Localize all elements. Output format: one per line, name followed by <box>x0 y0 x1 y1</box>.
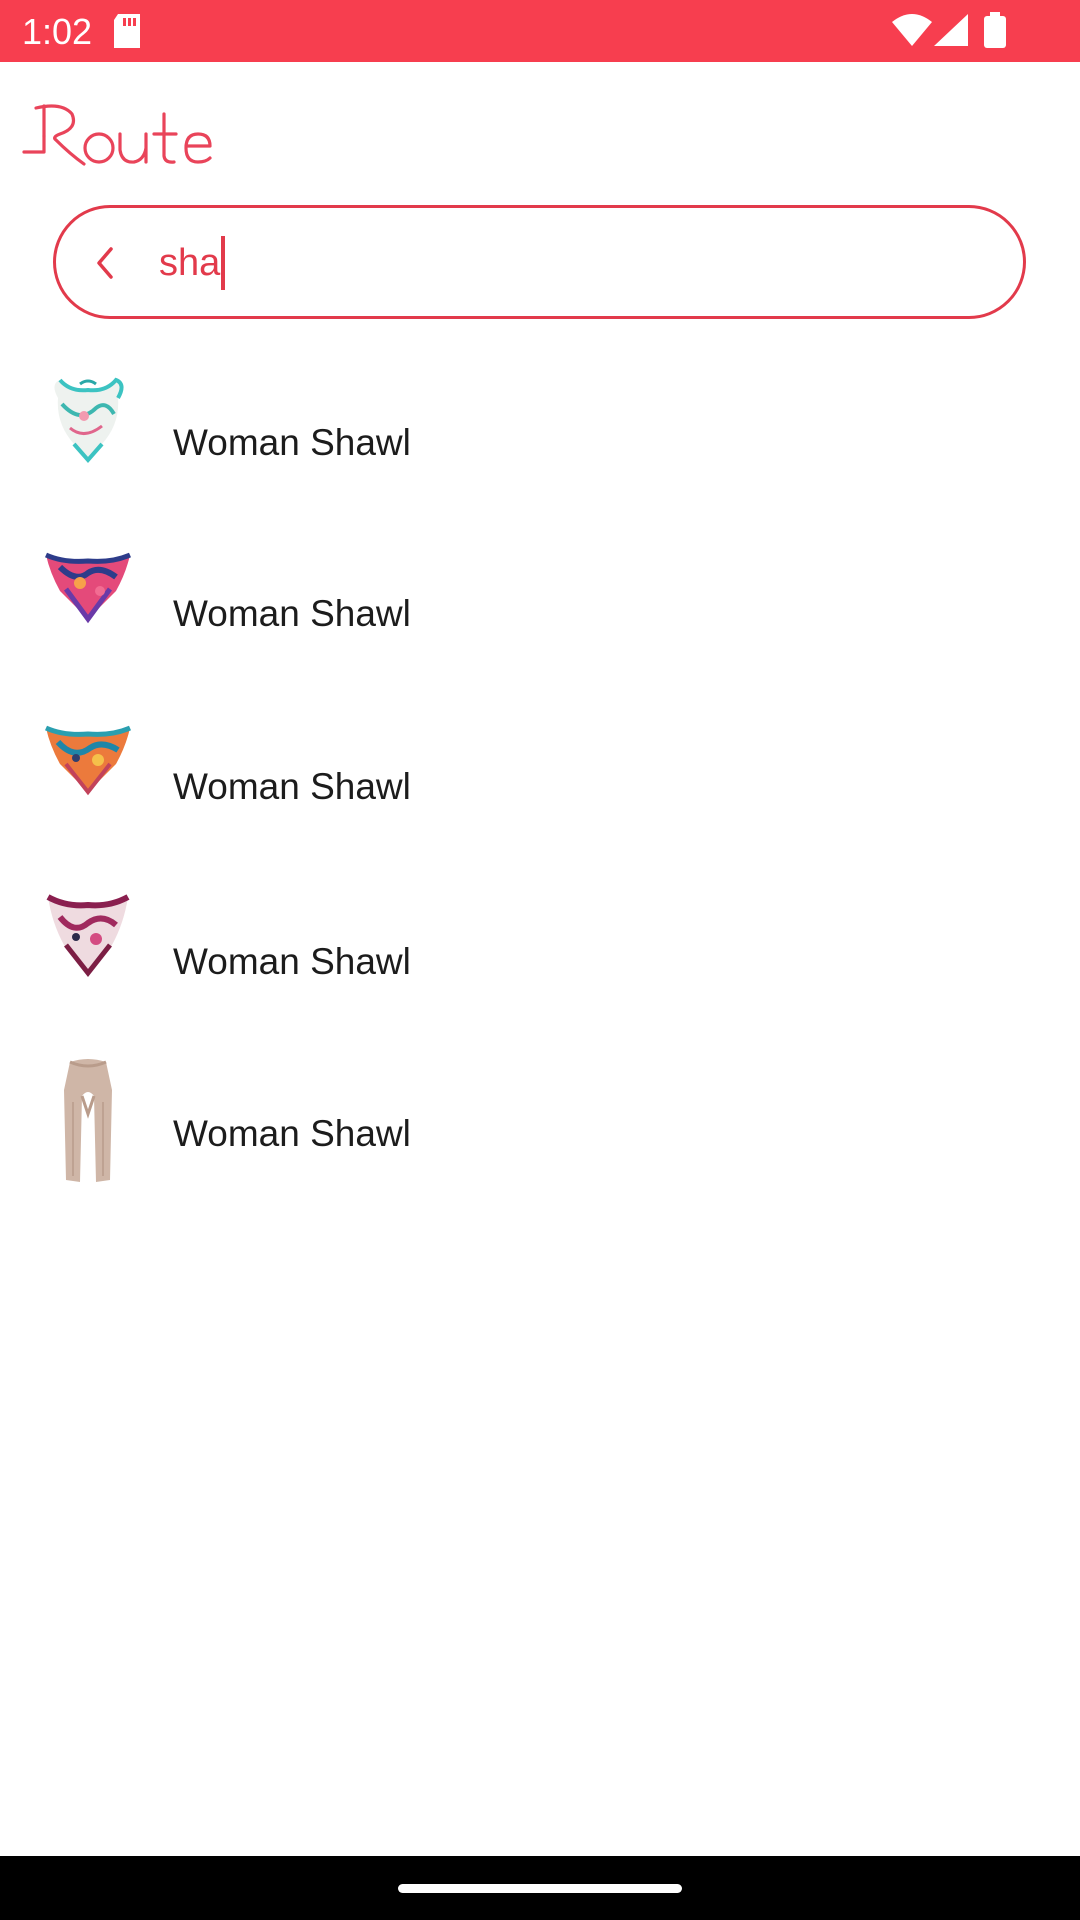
wifi-icon <box>892 14 932 51</box>
result-label: Woman Shawl <box>173 941 411 982</box>
home-gesture-handle[interactable] <box>398 1884 682 1893</box>
search-input-value: sha <box>159 242 221 284</box>
result-label: Woman Shawl <box>173 1113 411 1154</box>
status-bar: 1:02 <box>0 0 1080 62</box>
list-item[interactable]: Woman Shawl <box>0 1056 1080 1206</box>
navigation-bar <box>0 1856 1080 1920</box>
list-item[interactable]: Woman Shawl <box>0 364 1080 514</box>
product-thumbnail <box>44 725 132 796</box>
product-thumbnail <box>54 377 124 464</box>
list-item[interactable]: Woman Shawl <box>0 883 1080 1033</box>
search-input[interactable]: sha <box>159 236 226 290</box>
chevron-left-icon[interactable] <box>91 245 121 286</box>
sd-card-icon <box>112 14 142 53</box>
status-time: 1:02 <box>22 11 93 52</box>
list-item[interactable]: Woman Shawl <box>0 710 1080 860</box>
result-label: Woman Shawl <box>173 593 411 634</box>
list-item[interactable]: Woman Shawl <box>0 537 1080 687</box>
result-label: Woman Shawl <box>173 422 411 463</box>
product-thumbnail <box>46 894 130 978</box>
product-thumbnail <box>64 1059 112 1182</box>
text-caret <box>221 236 226 290</box>
battery-icon <box>984 12 1006 53</box>
product-thumbnail <box>44 552 132 624</box>
result-label: Woman Shawl <box>173 766 411 807</box>
route-logo <box>22 100 212 177</box>
search-bar[interactable]: sha <box>53 205 1026 319</box>
signal-icon <box>934 14 968 51</box>
